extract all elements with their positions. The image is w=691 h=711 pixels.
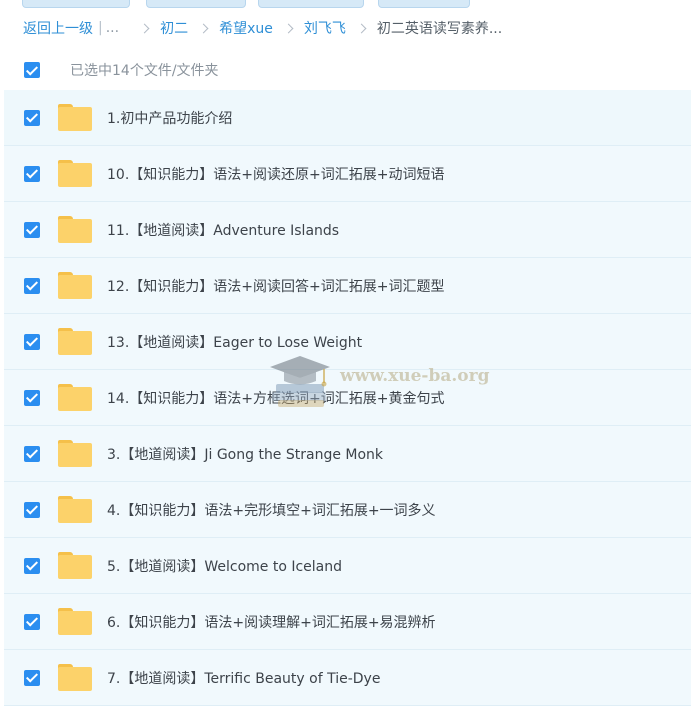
- file-row[interactable]: 10.【知识能力】语法+阅读还原+词汇拓展+动词短语: [4, 146, 691, 202]
- file-list: 1.初中产品功能介绍 10.【知识能力】语法+阅读还原+词汇拓展+动词短语 11.【…: [4, 90, 691, 706]
- breadcrumb-separator: |: [98, 20, 103, 36]
- breadcrumb-item[interactable]: 希望xue: [219, 18, 273, 38]
- chevron-right-icon: [198, 23, 209, 33]
- toolbar-buttons: [0, 0, 691, 8]
- file-name[interactable]: 11.【地道阅读】Adventure Islands: [107, 220, 339, 240]
- toolbar-button[interactable]: [146, 0, 246, 8]
- folder-icon-body: [58, 331, 92, 355]
- row-checkbox[interactable]: [24, 221, 40, 238]
- breadcrumb: 返回上一级 | ... 初二 希望xue 刘飞飞 初二英语读写素养...: [23, 16, 502, 40]
- folder-icon-body: [58, 499, 92, 523]
- file-row[interactable]: 6.【知识能力】语法+阅读理解+词汇拓展+易混辨析: [4, 594, 691, 650]
- folder-icon: [58, 328, 92, 355]
- file-name[interactable]: 7.【地道阅读】Terrific Beauty of Tie-Dye: [107, 668, 380, 688]
- toolbar-button[interactable]: [378, 0, 470, 8]
- folder-icon-body: [58, 219, 92, 243]
- folder-icon: [58, 496, 92, 523]
- file-name[interactable]: 3.【地道阅读】Ji Gong the Strange Monk: [107, 444, 383, 464]
- file-row[interactable]: 7.【地道阅读】Terrific Beauty of Tie-Dye: [4, 650, 691, 706]
- file-name[interactable]: 13.【地道阅读】Eager to Lose Weight: [107, 332, 362, 352]
- row-checkbox[interactable]: [24, 389, 40, 406]
- file-row[interactable]: 13.【地道阅读】Eager to Lose Weight: [4, 314, 691, 370]
- file-row[interactable]: 5.【地道阅读】Welcome to Iceland: [4, 538, 691, 594]
- folder-icon: [58, 384, 92, 411]
- file-row[interactable]: 14.【知识能力】语法+方框选词+词汇拓展+黄金句式: [4, 370, 691, 426]
- breadcrumb-ellipsis[interactable]: ...: [106, 20, 119, 36]
- selection-count: 已选中14个文件/文件夹: [70, 63, 219, 79]
- row-checkbox[interactable]: [24, 501, 40, 518]
- select-all-row: 已选中14个文件/文件夹: [0, 52, 691, 88]
- row-checkbox[interactable]: [24, 165, 40, 182]
- folder-icon-body: [58, 443, 92, 467]
- row-checkbox[interactable]: [24, 333, 40, 350]
- file-name[interactable]: 4.【知识能力】语法+完形填空+词汇拓展+一词多义: [107, 500, 436, 520]
- file-row[interactable]: 11.【地道阅读】Adventure Islands: [4, 202, 691, 258]
- row-checkbox[interactable]: [24, 277, 40, 294]
- folder-icon-body: [58, 275, 92, 299]
- file-name[interactable]: 6.【知识能力】语法+阅读理解+词汇拓展+易混辨析: [107, 612, 436, 632]
- toolbar-button[interactable]: [258, 0, 364, 8]
- chevron-right-icon: [283, 23, 294, 33]
- row-checkbox[interactable]: [24, 445, 40, 462]
- folder-icon: [58, 272, 92, 299]
- file-name[interactable]: 14.【知识能力】语法+方框选词+词汇拓展+黄金句式: [107, 388, 444, 408]
- chevron-right-icon: [356, 23, 367, 33]
- folder-icon: [58, 664, 92, 691]
- folder-icon: [58, 216, 92, 243]
- breadcrumb-current: 初二英语读写素养...: [376, 21, 503, 37]
- folder-icon-body: [58, 107, 92, 131]
- breadcrumb-item[interactable]: 刘飞飞: [304, 18, 346, 38]
- back-link[interactable]: 返回上一级: [23, 18, 93, 38]
- file-name[interactable]: 10.【知识能力】语法+阅读还原+词汇拓展+动词短语: [107, 164, 444, 184]
- folder-icon-body: [58, 163, 92, 187]
- folder-icon-body: [58, 555, 92, 579]
- row-checkbox[interactable]: [24, 613, 40, 630]
- row-checkbox[interactable]: [24, 669, 40, 686]
- file-row[interactable]: 1.初中产品功能介绍: [4, 90, 691, 146]
- file-row[interactable]: 3.【地道阅读】Ji Gong the Strange Monk: [4, 426, 691, 482]
- row-checkbox[interactable]: [24, 109, 40, 126]
- folder-icon: [58, 440, 92, 467]
- chevron-right-icon: [139, 23, 150, 33]
- row-checkbox[interactable]: [24, 557, 40, 574]
- folder-icon: [58, 552, 92, 579]
- folder-icon-body: [58, 387, 92, 411]
- folder-icon-body: [58, 611, 92, 635]
- file-name[interactable]: 12.【知识能力】语法+阅读回答+词汇拓展+词汇题型: [107, 276, 444, 296]
- breadcrumb-item[interactable]: 初二: [160, 18, 188, 38]
- folder-icon-body: [58, 667, 92, 691]
- folder-icon: [58, 104, 92, 131]
- folder-icon: [58, 608, 92, 635]
- file-name[interactable]: 5.【地道阅读】Welcome to Iceland: [107, 556, 342, 576]
- select-all-checkbox[interactable]: [24, 62, 40, 78]
- file-name[interactable]: 1.初中产品功能介绍: [107, 108, 232, 128]
- folder-icon: [58, 160, 92, 187]
- file-row[interactable]: 4.【知识能力】语法+完形填空+词汇拓展+一词多义: [4, 482, 691, 538]
- toolbar-button[interactable]: [22, 0, 130, 8]
- file-row[interactable]: 12.【知识能力】语法+阅读回答+词汇拓展+词汇题型: [4, 258, 691, 314]
